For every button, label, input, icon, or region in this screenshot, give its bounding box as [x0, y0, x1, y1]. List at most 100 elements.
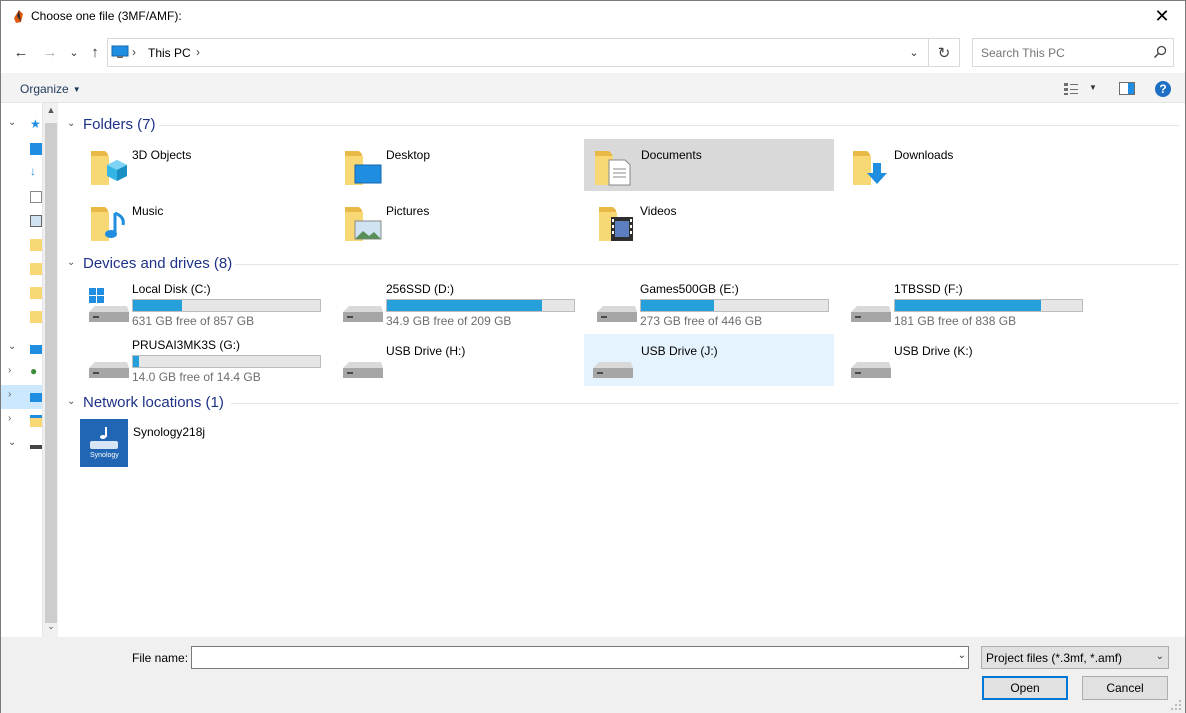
open-button[interactable]: Open — [982, 676, 1068, 700]
drive-usage-bar — [132, 355, 321, 368]
nav-item-folder[interactable] — [1, 233, 42, 257]
nav-item-libraries[interactable]: › — [1, 409, 42, 433]
group-title: Devices and drives (8) — [83, 255, 233, 272]
documents-folder-icon — [595, 151, 631, 186]
folder-tile[interactable]: Videos — [591, 195, 841, 247]
drive-name: Games500GB (E:) — [640, 282, 739, 296]
folder-icon — [30, 239, 42, 251]
drive-tile[interactable]: 256SSD (D:) 34.9 GB free of 209 GB — [337, 278, 587, 330]
chevron-down-icon[interactable]: ⌄ — [67, 118, 75, 129]
breadcrumb-this-pc[interactable]: This PC — [148, 46, 191, 60]
file-name-input[interactable] — [195, 650, 935, 666]
group-title: Folders (7) — [83, 116, 156, 133]
preview-pane-icon[interactable] — [1119, 82, 1135, 95]
search-box[interactable] — [972, 38, 1174, 67]
drive-tile[interactable]: 1TBSSD (F:) 181 GB free of 838 GB — [845, 278, 1095, 330]
caret-down-icon: ▼ — [72, 85, 81, 94]
scroll-down-icon[interactable]: ⌄ — [45, 621, 57, 635]
drive-tile[interactable]: PRUSAI3MK3S (G:) 14.0 GB free of 14.4 GB — [83, 334, 333, 386]
chevron-down-icon[interactable]: ⌄ — [67, 257, 75, 268]
scroll-up-icon[interactable]: ▲ — [45, 105, 57, 119]
file-type-value: Project files (*.3mf, *.amf) — [986, 651, 1123, 665]
nav-item-desktop[interactable] — [1, 137, 42, 161]
drive-usage-bar — [640, 299, 829, 312]
file-type-select[interactable]: Project files (*.3mf, *.amf) ⌄ — [981, 646, 1169, 669]
this-pc-icon — [30, 393, 42, 402]
drive-tile[interactable]: Local Disk (C:) 631 GB free of 857 GB — [83, 278, 333, 330]
nav-item-quick-access[interactable]: ⌄ ★ — [1, 113, 42, 137]
chevron-down-icon[interactable]: ⌄ — [67, 396, 75, 407]
nav-scrollbar-thumb[interactable] — [45, 123, 57, 623]
nav-item-user[interactable]: › ● — [1, 361, 42, 385]
drive-usage-bar — [132, 299, 321, 312]
drive-tile[interactable]: USB Drive (K:) — [845, 334, 1095, 386]
folder-tile[interactable]: 3D Objects — [83, 139, 333, 191]
address-bar[interactable]: › This PC › ⌄ ↻ — [107, 38, 960, 67]
organize-menu-button[interactable]: Organize ▼ — [20, 82, 81, 96]
refresh-button[interactable]: ↻ — [928, 39, 959, 66]
close-button[interactable]: ✕ — [1139, 1, 1185, 31]
chevron-down-icon[interactable]: ⌄ — [8, 117, 16, 128]
videos-folder-icon — [599, 207, 633, 241]
hard-drive-icon — [597, 306, 637, 322]
up-button[interactable]: ↑ — [85, 43, 105, 61]
nav-item-this-pc[interactable]: › — [1, 385, 42, 409]
forward-button[interactable]: → — [40, 43, 60, 61]
chevron-down-icon: ⌄ — [69, 46, 79, 59]
help-icon[interactable]: ? — [1155, 81, 1171, 97]
nav-item-onedrive[interactable]: ⌄ — [1, 337, 42, 361]
folder-tile[interactable]: Desktop — [337, 139, 587, 191]
cancel-button[interactable]: Cancel — [1082, 676, 1168, 700]
group-header-folders[interactable]: ⌄ Folders (7) — [59, 114, 1179, 136]
search-input[interactable] — [981, 46, 1151, 60]
drive-tile[interactable]: USB Drive (H:) — [337, 334, 587, 386]
nav-scrollbar[interactable]: ▲ ⌄ — [42, 103, 58, 637]
nav-item-downloads[interactable]: ↓ — [1, 161, 42, 185]
chevron-down-icon[interactable]: ⌄ — [8, 437, 16, 448]
nav-item-folder[interactable] — [1, 257, 42, 281]
address-history-dropdown[interactable]: ⌄ — [902, 39, 926, 66]
view-options-caret-icon[interactable]: ▼ — [1089, 83, 1097, 92]
folder-tile[interactable]: Pictures — [337, 195, 587, 247]
music-folder-icon — [91, 207, 125, 241]
group-divider — [159, 125, 1179, 126]
group-header-network[interactable]: ⌄ Network locations (1) — [59, 392, 1179, 414]
chevron-down-icon[interactable]: ⌄ — [8, 341, 16, 352]
drive-name: Local Disk (C:) — [132, 282, 211, 296]
folder-name: Music — [132, 204, 164, 218]
libraries-icon — [30, 415, 42, 427]
chevron-right-icon[interactable]: › — [8, 413, 11, 424]
address-row: ← → ⌄ ↑ › This PC › ⌄ ↻ — [1, 31, 1185, 73]
change-view-icon[interactable] — [1063, 82, 1079, 96]
nav-item-documents[interactable] — [1, 185, 42, 209]
drive-tile-hovered[interactable]: USB Drive (J:) — [584, 334, 834, 386]
drive-free-space: 273 GB free of 446 GB — [640, 314, 763, 328]
drive-usage-fill — [895, 300, 1041, 311]
chevron-down-icon[interactable]: ⌄ — [958, 650, 966, 661]
chevron-right-icon[interactable]: › — [8, 365, 11, 376]
nav-item-network-drive[interactable]: ⌄ — [1, 433, 42, 457]
recent-locations-button[interactable]: ⌄ — [64, 43, 84, 61]
back-button[interactable]: ← — [11, 43, 31, 61]
network-location-tile[interactable]: Synology218j Synology — [76, 415, 326, 467]
folder-tile[interactable]: Downloads — [845, 139, 1095, 191]
drive-usage-fill — [133, 356, 139, 367]
star-icon: ★ — [30, 117, 41, 129]
drive-tile[interactable]: Games500GB (E:) 273 GB free of 446 GB — [591, 278, 841, 330]
nav-item-folder[interactable] — [1, 305, 42, 329]
folder-tile[interactable]: Music — [83, 195, 333, 247]
folder-tile-selected[interactable]: Documents — [584, 139, 834, 191]
chevron-right-icon[interactable]: › — [8, 389, 11, 400]
file-name-label: File name: — [132, 651, 189, 665]
nav-item-folder[interactable] — [1, 281, 42, 305]
resize-grip-icon[interactable] — [1171, 700, 1181, 710]
drive-usage-bar — [386, 299, 575, 312]
usb-drive-icon — [851, 362, 891, 378]
file-name-combobox[interactable]: ⌄ — [191, 646, 969, 669]
3d-objects-folder-icon — [91, 151, 127, 185]
group-header-drives[interactable]: ⌄ Devices and drives (8) — [59, 253, 1179, 275]
synology-logo-text: Synology — [90, 452, 119, 459]
close-icon: ✕ — [1154, 5, 1170, 26]
nav-item-pictures[interactable] — [1, 209, 42, 233]
breadcrumb-separator: › — [196, 45, 200, 59]
